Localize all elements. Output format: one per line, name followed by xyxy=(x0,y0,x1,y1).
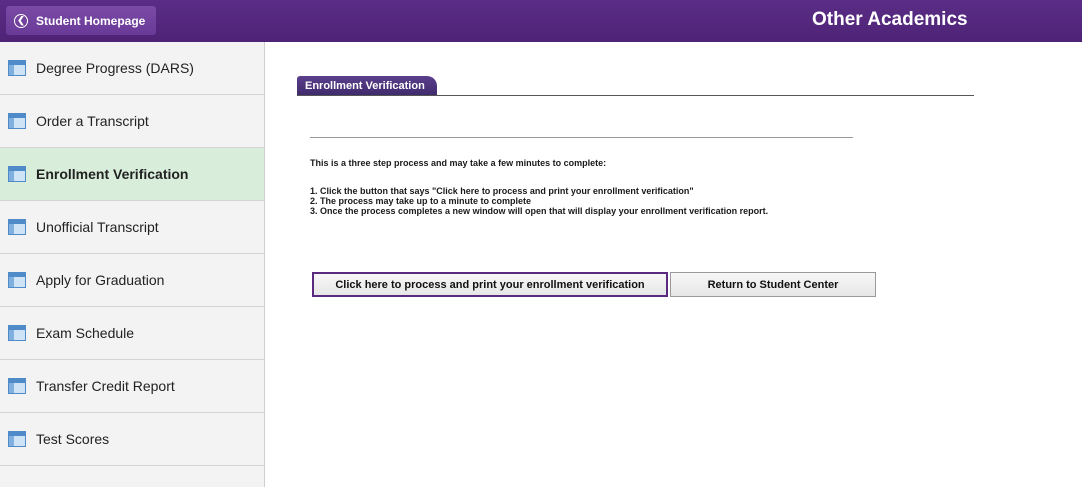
page-icon xyxy=(8,325,26,341)
sidebar-item-unofficial-transcript[interactable]: Unofficial Transcript xyxy=(0,201,264,254)
divider xyxy=(310,137,853,138)
step-item: 1. Click the button that says "Click her… xyxy=(310,186,694,196)
sidebar-item-label: Order a Transcript xyxy=(36,113,149,129)
tab-enrollment-verification[interactable]: Enrollment Verification xyxy=(297,76,437,96)
page-icon xyxy=(8,431,26,447)
sidebar-item-label: Degree Progress (DARS) xyxy=(36,60,194,76)
step-item: 3. Once the process completes a new wind… xyxy=(310,206,769,216)
page-header: ❮ Student Homepage Other Academics xyxy=(0,0,1082,42)
step-item: 2. The process may take up to a minute t… xyxy=(310,196,532,206)
page-icon xyxy=(8,219,26,235)
page-icon xyxy=(8,378,26,394)
page-icon xyxy=(8,113,26,129)
sidebar-item-label: Transfer Credit Report xyxy=(36,378,175,394)
back-button-label: Student Homepage xyxy=(36,13,146,28)
sidebar-item-enrollment-verification[interactable]: Enrollment Verification xyxy=(0,148,264,201)
return-student-center-button[interactable]: Return to Student Center xyxy=(670,272,876,297)
sidebar-item-test-scores[interactable]: Test Scores xyxy=(0,413,264,466)
page-title: Other Academics xyxy=(812,9,968,30)
sidebar-item-order-transcript[interactable]: Order a Transcript xyxy=(0,95,264,148)
sidebar-item-apply-graduation[interactable]: Apply for Graduation xyxy=(0,254,264,307)
process-print-verification-button[interactable]: Click here to process and print your enr… xyxy=(312,272,668,297)
sidebar-item-transfer-credit[interactable]: Transfer Credit Report xyxy=(0,360,264,413)
student-homepage-button[interactable]: ❮ Student Homepage xyxy=(6,6,156,35)
sidebar-item-label: Apply for Graduation xyxy=(36,272,165,288)
sidebar-item-label: Unofficial Transcript xyxy=(36,219,159,235)
sidebar-item-degree-progress[interactable]: Degree Progress (DARS) xyxy=(0,42,264,95)
page-icon xyxy=(8,166,26,182)
page-icon xyxy=(8,272,26,288)
sidebar-item-exam-schedule[interactable]: Exam Schedule xyxy=(0,307,264,360)
sidebar-item-label: Test Scores xyxy=(36,431,110,447)
sidebar-item-label: Exam Schedule xyxy=(36,325,135,341)
sidebar-item-label: Enrollment Verification xyxy=(36,166,189,182)
chevron-left-icon: ❮ xyxy=(14,13,28,28)
page-icon xyxy=(8,60,26,76)
instructions-intro: This is a three step process and may tak… xyxy=(310,158,607,168)
tab-underline xyxy=(297,95,974,96)
sidebar: Degree Progress (DARS) Order a Transcrip… xyxy=(0,42,265,487)
instructions-steps: 1. Click the button that says "Click her… xyxy=(310,186,768,216)
